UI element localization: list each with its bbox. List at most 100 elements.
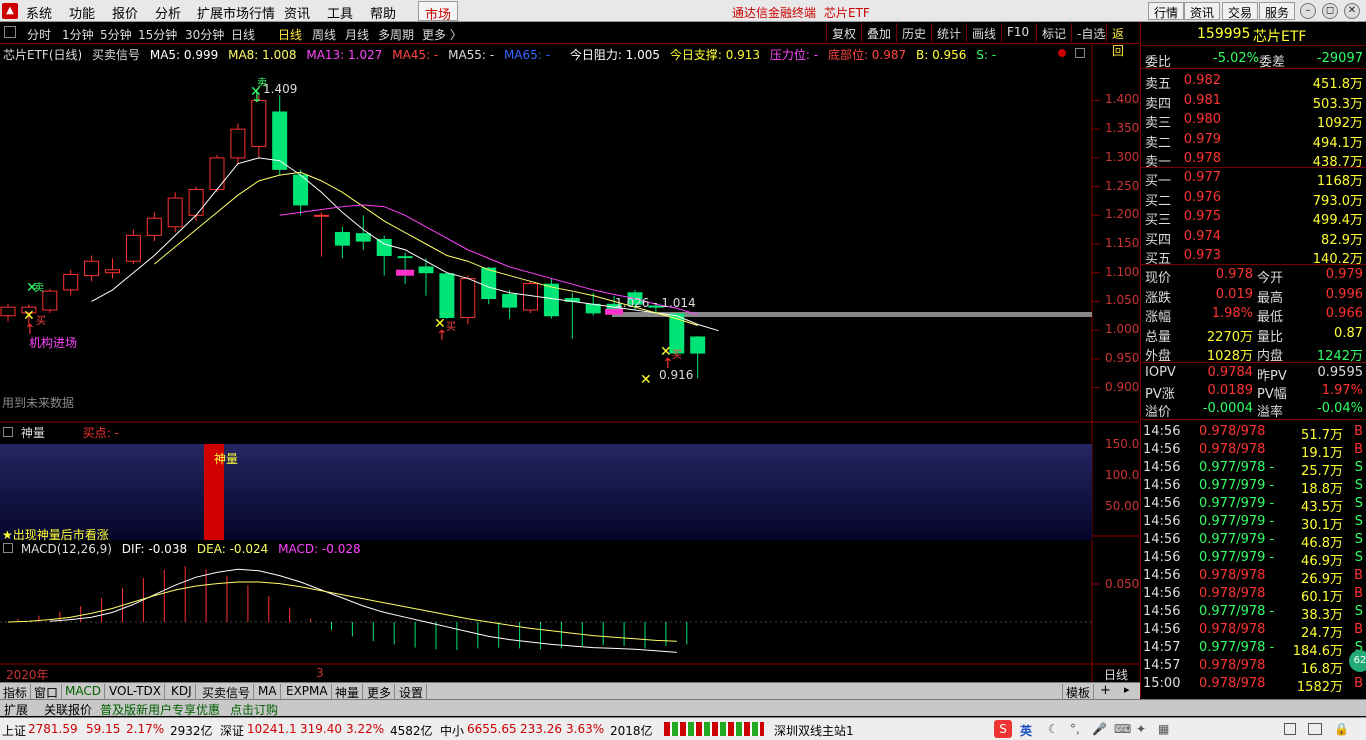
period-tab-daily[interactable]: 日线 [278,26,302,43]
menu-item-help[interactable]: 帮助 [370,3,396,22]
btn-huaxian[interactable]: 画线 [966,23,1001,42]
period-tab-60min[interactable]: 日线 [231,26,255,43]
top-btn-news[interactable]: 资讯 [1184,2,1221,20]
minimize-icon[interactable]: – [1300,3,1316,19]
bid-row[interactable]: 买四 0.974 82.9万 [1141,228,1366,248]
shirt-icon[interactable]: ✦ [1136,722,1146,736]
ask-row[interactable]: 卖二 0.979 494.1万 [1141,131,1366,151]
tick-row[interactable]: 14:56 0.977/978 -25.7万 S [1141,459,1366,479]
ask-row[interactable]: 卖三 0.980 1092万 [1141,111,1366,131]
tick-row[interactable]: 14:56 0.977/978 -38.3万 S [1141,603,1366,623]
period-tab-1min[interactable]: 1分钟 [62,26,94,43]
macd-title[interactable]: MACD(12,26,9) [21,542,112,556]
tick-row[interactable]: 14:56 0.978/978 51.7万 B [1141,423,1366,443]
menu-item-system[interactable]: 系统 [26,3,52,22]
tick-row[interactable]: 14:56 0.978/978 60.1万 B [1141,585,1366,605]
tab-ma[interactable]: MA [255,684,281,700]
window-icon[interactable] [1284,723,1296,735]
tab-macd[interactable]: MACD [62,684,105,700]
restore-icon[interactable]: ◻ [1322,3,1338,19]
tick-row[interactable]: 14:56 0.978/978 26.9万 B [1141,567,1366,587]
menu-item-news[interactable]: 资讯 [284,3,310,22]
tick-row[interactable]: 14:56 0.977/979 -18.8万 S [1141,477,1366,497]
top-btn-quote[interactable]: 行情 [1148,2,1185,20]
ime-lang[interactable]: 英 [1020,722,1032,739]
btn-biaoji[interactable]: 标记 [1036,23,1071,42]
promo-link[interactable]: 普及版新用户专享优惠 [100,701,220,718]
stat-row[interactable]: 涨跌 0.019 最高 0.996 [1141,286,1366,306]
monitor-icon[interactable] [1308,723,1322,735]
tab-settings[interactable]: 设置 [396,684,428,700]
add-icon[interactable]: + [1100,683,1111,698]
period-tab-monthly[interactable]: 月线 [345,26,369,43]
btn-f10[interactable]: F10 [1001,23,1034,42]
grid-icon[interactable]: ▦ [1158,722,1169,736]
scroll-right-icon[interactable]: ▸ [1124,683,1130,696]
period-tab-5min[interactable]: 5分钟 [100,26,132,43]
close-icon[interactable]: ✕ [1344,3,1360,19]
template-button[interactable]: 模板 [1062,684,1095,700]
tick-row[interactable]: 14:56 0.978/978 24.7万 B [1141,621,1366,641]
shenliang-title[interactable]: 神量 [21,426,45,440]
lock-icon[interactable]: 🔒 [1334,722,1349,736]
period-tab-fenshi[interactable]: 分时 [27,26,51,43]
tick-row[interactable]: 15:00 0.978/978 1582万 B [1141,675,1366,695]
punct-icon[interactable]: °, [1070,722,1080,736]
panel-toggle-icon[interactable] [3,543,13,553]
ask-row[interactable]: 卖五 0.982 451.8万 [1141,72,1366,92]
related-quote-button[interactable]: 关联报价 [44,701,92,718]
menu-item-ext-market[interactable]: 扩展市场行情 [197,3,275,22]
period-tab-more[interactable]: 更多 〉 [422,26,462,43]
btn-diejia[interactable]: 叠加 [861,23,896,42]
tab-shenliang[interactable]: 神量 [332,684,364,700]
top-btn-trade[interactable]: 交易 [1222,2,1259,20]
btn-tongji[interactable]: 统计 [931,23,966,42]
menu-item-tools[interactable]: 工具 [327,3,353,22]
keyboard-icon[interactable]: ⌨ [1114,722,1131,736]
menu-item-quote[interactable]: 报价 [112,3,138,22]
tab-kdj[interactable]: KDJ [168,684,196,700]
market-button[interactable]: 市场 [418,1,459,23]
stat-row[interactable]: 涨幅 1.98% 最低 0.966 [1141,305,1366,325]
speed-badge[interactable]: 62 [1349,650,1366,672]
period-tab-30min[interactable]: 30分钟 [185,26,224,43]
iopv-row[interactable]: PV涨 0.0189 PV幅 1.97% [1141,382,1366,402]
tick-row[interactable]: 14:570.978/97816.8万B [1141,657,1366,677]
mic-icon[interactable]: 🎤 [1092,722,1107,736]
tab-signal[interactable]: 买卖信号 [199,684,255,700]
panel-toggle-icon[interactable] [3,427,13,437]
menu-item-function[interactable]: 功能 [69,3,95,22]
tick-row[interactable]: 14:56 0.977/979 -46.9万 S [1141,549,1366,569]
btn-lishi[interactable]: 历史 [896,23,931,42]
tick-row[interactable]: 14:56 0.977/979 -46.8万 S [1141,531,1366,551]
subscribe-link[interactable]: 点击订购 [230,701,278,718]
server-label[interactable]: 深圳双线主站1 [774,722,854,739]
tab-vol-tdx[interactable]: VOL-TDX [106,684,165,700]
tick-row[interactable]: 14:56 0.977/979 -30.1万 S [1141,513,1366,533]
ime-logo-icon[interactable]: S [994,720,1012,738]
tab-indicator[interactable]: 指标 [0,684,32,700]
bid-row[interactable]: 买一 0.977 1168万 [1141,169,1366,189]
iopv-row[interactable]: 溢价 -0.0004 溢率 -0.04% [1141,400,1366,420]
ext-button[interactable]: 扩展 [4,701,28,718]
stat-row[interactable]: 外盘 1028万 内盘 1242万 [1141,344,1366,364]
btn-zixuan[interactable]: -自选 [1071,23,1110,42]
top-btn-service[interactable]: 服务 [1259,2,1296,20]
period-tab-weekly[interactable]: 周线 [312,26,336,43]
bid-row[interactable]: 买三 0.975 499.4万 [1141,208,1366,228]
btn-back[interactable]: 返回 [1106,23,1140,58]
tab-window[interactable]: 窗口 [31,684,63,700]
menu-item-analysis[interactable]: 分析 [155,3,181,22]
moon-icon[interactable]: ☾ [1048,722,1059,736]
tick-row[interactable]: 14:56 0.977/979 -43.5万 S [1141,495,1366,515]
ask-row[interactable]: 卖四 0.981 503.3万 [1141,92,1366,112]
period-tab-multi[interactable]: 多周期 [378,26,414,43]
bid-row[interactable]: 买二 0.976 793.0万 [1141,189,1366,209]
tick-row[interactable]: 14:57 0.977/978 -184.6万 S [1141,639,1366,659]
tick-row[interactable]: 14:56 0.978/978 19.1万 B [1141,441,1366,461]
tab-expma[interactable]: EXPMA [283,684,332,700]
stat-row[interactable]: 现价 0.978 今开 0.979 [1141,266,1366,286]
period-tab-15min[interactable]: 15分钟 [138,26,177,43]
chart-area[interactable] [0,44,1140,682]
tab-more[interactable]: 更多 [364,684,396,700]
